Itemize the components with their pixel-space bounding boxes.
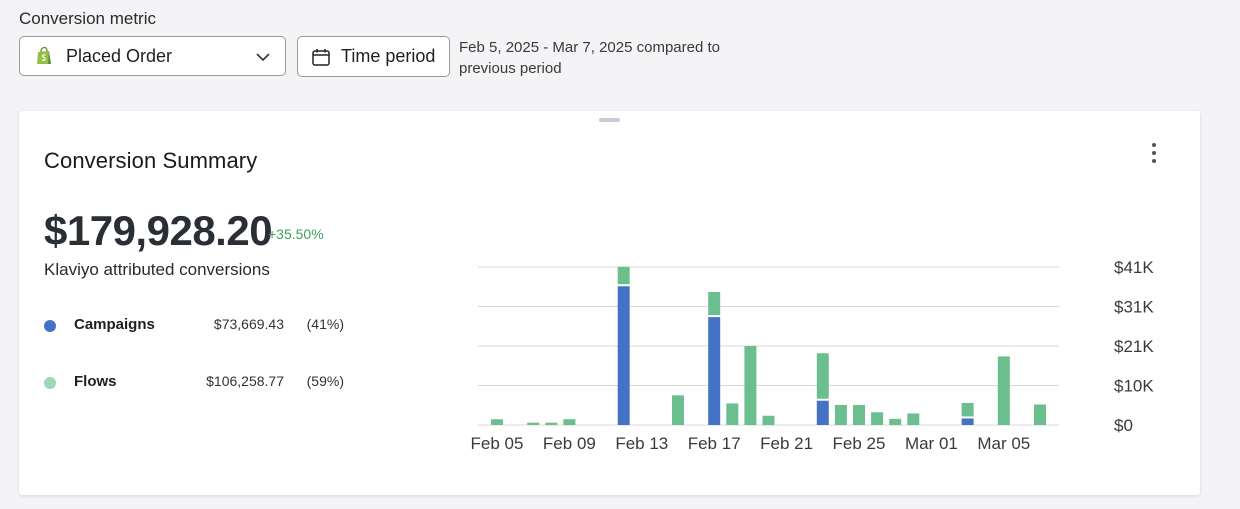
legend-item-flows: Flows $106,258.77 (59%) [44, 371, 344, 393]
shopify-bag-icon [37, 46, 51, 64]
legend-value: $73,669.43 [213, 316, 284, 332]
y-tick-label: $21K [1114, 337, 1154, 356]
y-tick-label: $0 [1114, 416, 1133, 435]
time-period-label: Time period [341, 46, 436, 66]
legend-percent: (59%) [306, 373, 344, 389]
bar-flows [834, 404, 847, 425]
change-percent-badge: +35.50% [268, 226, 324, 242]
conversion-metric-select[interactable]: Placed Order [19, 36, 286, 76]
bar-flows [1034, 404, 1046, 425]
bar-flows [853, 404, 865, 425]
x-tick-label: Feb 21 [760, 434, 813, 453]
y-tick-label: $31K [1114, 298, 1154, 317]
total-conversions-value: $179,928.20 [44, 207, 273, 254]
y-tick-label: $10K [1114, 377, 1154, 396]
conversion-bar-chart: $41K $31K $21K $10K $0 Feb 05 Feb 09 Feb 13 Feb … [471, 258, 1155, 453]
total-conversions-subtitle: Klaviyo attributed conversions [44, 260, 270, 279]
kebab-menu-icon[interactable] [1144, 141, 1164, 165]
card-title: Conversion Summary [44, 148, 258, 173]
chevron-down-icon [256, 53, 270, 62]
drag-handle[interactable] [599, 118, 620, 122]
legend-item-campaigns: Campaigns $73,669.43 (41%) [44, 314, 344, 336]
legend-percent: (41%) [306, 316, 344, 332]
legend-name: Campaigns [74, 316, 155, 333]
bar-campaigns [617, 286, 630, 425]
bar-campaigns [708, 317, 721, 425]
bar-flows [708, 291, 721, 316]
bar-flows [997, 356, 1010, 425]
x-tick-label: Mar 05 [977, 434, 1030, 453]
bar-flows [545, 422, 558, 425]
bar-campaigns [816, 400, 829, 425]
bar-flows [762, 415, 775, 425]
legend-name: Flows [74, 373, 117, 390]
calendar-icon [312, 48, 330, 66]
bar-flows [672, 395, 684, 425]
bar-flows [563, 419, 576, 425]
y-tick-label: $41K [1114, 258, 1154, 277]
bar-flows [907, 413, 920, 425]
conversion-metric-value: Placed Order [66, 45, 173, 66]
time-period-button[interactable]: Time period [297, 36, 450, 77]
x-tick-label: Feb 05 [471, 434, 524, 453]
x-tick-label: Feb 25 [833, 434, 886, 453]
x-tick-label: Feb 09 [543, 434, 596, 453]
conversion-metric-label: Conversion metric [19, 9, 156, 28]
date-range-text: Feb 5, 2025 - Mar 7, 2025 compared to pr… [459, 39, 720, 77]
legend-value: $106,258.77 [206, 373, 284, 389]
x-tick-label: Feb 17 [688, 434, 741, 453]
legend-dot-campaigns [44, 320, 56, 332]
bar-flows [961, 402, 974, 417]
conversion-summary-card: Conversion Summary $179,928.20 +35.50% K… [19, 111, 1200, 495]
legend-dot-flows [44, 377, 56, 389]
bar-flows [491, 419, 503, 425]
bar-flows [871, 412, 884, 425]
x-tick-label: Mar 01 [905, 434, 958, 453]
bar-flows [816, 353, 829, 399]
bar-campaigns [961, 418, 974, 425]
bar-flows [726, 403, 739, 425]
bar-flows [889, 418, 902, 425]
bar-flows [617, 266, 630, 285]
bar-flows [744, 346, 757, 425]
bar-flows [527, 422, 540, 425]
x-tick-label: Feb 13 [615, 434, 668, 453]
